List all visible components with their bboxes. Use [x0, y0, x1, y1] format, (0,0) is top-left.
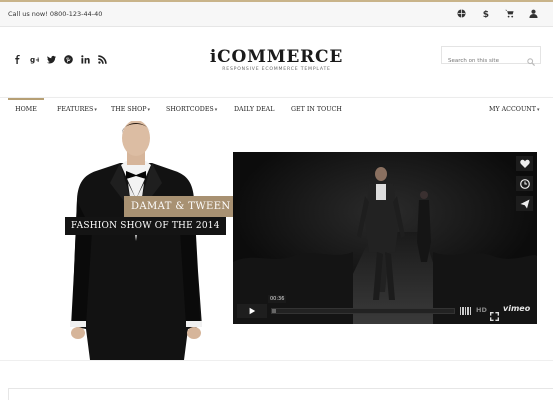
top-tools: $: [455, 7, 539, 20]
nav-features[interactable]: FEATURES▾: [57, 98, 97, 121]
section-divider: [0, 360, 553, 361]
video-controls: 00:36 HD vimeo: [237, 295, 533, 321]
nav-my-account[interactable]: MY ACCOUNT▾: [489, 98, 539, 121]
like-button[interactable]: [516, 156, 533, 171]
nav-daily-deal-label: DAILY DEAL: [234, 106, 275, 113]
content-box: [8, 388, 553, 400]
nav-get-in-touch[interactable]: GET IN TOUCH: [291, 98, 342, 121]
search-input[interactable]: [442, 53, 524, 69]
fullscreen-icon: [490, 312, 499, 321]
nav-shortcodes-label: SHORTCODES: [166, 106, 214, 113]
nav-home-label: HOME: [15, 106, 37, 113]
nav-the-shop[interactable]: THE SHOP▾: [111, 98, 150, 121]
user-icon[interactable]: [527, 7, 539, 20]
site-header: g+ iCOMMERCE RESPONSIVE ECOMMERCE TEMPLA…: [0, 27, 553, 97]
phone-number: Call us now! 0800-123-44-40: [8, 10, 103, 18]
caret-down-icon: ▾: [214, 107, 218, 113]
play-icon: [249, 307, 256, 315]
overlay-title: DAMAT & TWEEN: [124, 196, 238, 217]
nav-home[interactable]: HOME: [8, 98, 44, 121]
svg-text:$: $: [482, 10, 488, 18]
play-button[interactable]: [237, 304, 267, 318]
caret-down-icon: ▾: [536, 107, 540, 113]
heart-icon: [519, 159, 530, 168]
video-player[interactable]: 00:36 HD vimeo: [233, 152, 537, 324]
search-box: [441, 46, 541, 69]
fullscreen-button[interactable]: [490, 306, 499, 321]
nav-the-shop-label: THE SHOP: [111, 106, 147, 113]
nav-features-label: FEATURES: [57, 106, 94, 113]
nav-shortcodes[interactable]: SHORTCODES▾: [166, 98, 217, 121]
progress-fill: [272, 309, 276, 313]
main-nav: HOME FEATURES▾ THE SHOP▾ SHORTCODES▾ DAI…: [0, 97, 553, 121]
cart-icon[interactable]: [503, 7, 515, 20]
caret-down-icon: ▾: [147, 107, 151, 113]
vimeo-logo[interactable]: vimeo: [503, 304, 530, 313]
overlay-subtitle: FASHION SHOW OF THE 2014: [65, 217, 226, 235]
top-bar: Call us now! 0800-123-44-40 $: [0, 0, 553, 27]
progress-bar[interactable]: [271, 308, 455, 314]
model-image: [70, 121, 202, 360]
clock-icon: [519, 178, 530, 189]
globe-icon[interactable]: [455, 7, 467, 20]
caret-down-icon: ▾: [94, 107, 97, 113]
nav-get-in-touch-label: GET IN TOUCH: [291, 106, 342, 113]
send-icon: [520, 199, 529, 208]
volume-control[interactable]: [460, 307, 472, 315]
watch-later-button[interactable]: [516, 176, 533, 191]
share-button[interactable]: [516, 196, 533, 211]
search-icon[interactable]: [527, 51, 536, 67]
hd-toggle[interactable]: HD: [476, 306, 487, 314]
nav-my-account-label: MY ACCOUNT: [489, 106, 536, 113]
hero-slider: DAMAT & TWEEN FASHION SHOW OF THE 2014 0…: [0, 121, 553, 360]
nav-daily-deal[interactable]: DAILY DEAL: [234, 98, 274, 121]
dollar-icon[interactable]: $: [479, 7, 491, 20]
current-time: 00:36: [268, 295, 287, 303]
